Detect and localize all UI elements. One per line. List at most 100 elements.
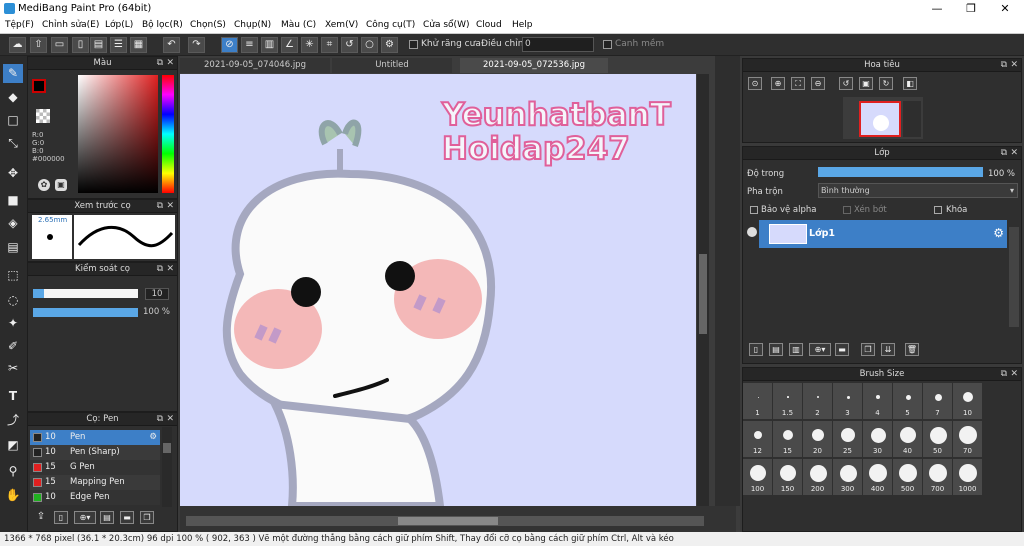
snap-off-icon[interactable]: ⊘	[221, 37, 238, 53]
divide-tool-icon[interactable]: ◩	[3, 436, 23, 455]
flip-icon[interactable]: ◧	[903, 77, 917, 90]
close-icon[interactable]: ✕	[1010, 368, 1018, 381]
brush-item-g-pen[interactable]: 15 G Pen	[30, 460, 160, 475]
color-picker-area[interactable]	[78, 75, 158, 193]
navigator-viewport[interactable]	[859, 101, 901, 137]
gradient-tool-icon[interactable]: ▤	[3, 238, 23, 257]
list-icon[interactable]: ☰	[110, 37, 127, 53]
brush-size-cell[interactable]: 2	[803, 383, 833, 420]
parallel-snap-icon[interactable]: ≡	[241, 37, 258, 53]
menu-capture[interactable]: Chụp(N)	[234, 20, 271, 30]
perspective-snap-icon[interactable]: ⌗	[321, 37, 338, 53]
brush-size-cell[interactable]: 1000	[953, 459, 983, 496]
clip-checkbox[interactable]	[843, 206, 851, 214]
angle-snap-icon[interactable]: ∠	[281, 37, 298, 53]
trash-icon[interactable]: 🗑	[905, 343, 919, 356]
maximize-button[interactable]: ❐	[954, 0, 988, 18]
size-value[interactable]: 10	[145, 288, 169, 300]
select-pen-tool-icon[interactable]: ✐	[3, 337, 23, 356]
radial-snap-icon[interactable]: ✳	[301, 37, 318, 53]
rectangle-tool-icon[interactable]: □	[3, 111, 23, 130]
brush-list-scroll-thumb[interactable]	[163, 443, 171, 453]
float-icon[interactable]: ⧉	[1001, 368, 1007, 381]
brush-size-cell[interactable]: 200	[803, 459, 833, 496]
size-slider-track[interactable]	[33, 289, 138, 298]
chat-icon[interactable]: ▭	[51, 37, 68, 53]
folder-icon[interactable]: ▬	[120, 511, 134, 524]
fill-rect-tool-icon[interactable]: ■	[3, 191, 23, 210]
close-button[interactable]: ✕	[988, 0, 1022, 18]
folder-icon[interactable]: ▬	[835, 343, 849, 356]
brush-size-cell[interactable]: 10	[953, 383, 983, 420]
vertical-scroll-thumb[interactable]	[699, 254, 707, 334]
primary-color-swatch[interactable]	[32, 79, 46, 93]
move-tool-icon[interactable]: ✥	[3, 164, 23, 183]
brush-item-pen-sharp[interactable]: 10 Pen (Sharp)	[30, 445, 160, 460]
menu-window[interactable]: Cửa sổ(W)	[423, 20, 469, 30]
new-icon[interactable]: ▯	[72, 37, 89, 53]
palette-icon[interactable]: ▣	[55, 179, 67, 191]
close-icon[interactable]: ✕	[1010, 147, 1018, 160]
brush-item-pen[interactable]: 10 Pen ⚙	[30, 430, 160, 445]
menu-color[interactable]: Màu (C)	[281, 20, 316, 30]
brush-size-cell[interactable]: 100	[743, 459, 773, 496]
float-icon[interactable]: ⧉	[157, 57, 163, 70]
antialias-checkbox[interactable]	[409, 40, 418, 49]
layer-scrollbar[interactable]	[1009, 227, 1019, 327]
brush-size-cell[interactable]: 7	[923, 383, 953, 420]
layer-opacity-slider[interactable]	[818, 167, 983, 177]
adjust-select[interactable]: 0	[522, 37, 594, 52]
canvas[interactable]: YeunhatbanT Hoidap247	[180, 74, 696, 506]
brush-size-cell[interactable]: 500	[893, 459, 923, 496]
add-layer-dropdown-icon[interactable]: ⊕▾	[809, 343, 831, 356]
vertical-scrollbar[interactable]	[697, 74, 709, 506]
tab-untitled[interactable]: Untitled	[332, 58, 452, 73]
lasso-tool-icon[interactable]: ◌	[3, 291, 23, 310]
menu-filter[interactable]: Bộ lọc(R)	[142, 20, 183, 30]
float-icon[interactable]: ⧉	[157, 263, 163, 276]
layer-row[interactable]: Lớp1 ⚙	[759, 220, 1007, 248]
merge-layer-icon[interactable]: ⇊	[881, 343, 895, 356]
cloud-icon[interactable]: ☁	[9, 37, 26, 53]
duplicate-icon[interactable]: ❐	[140, 511, 154, 524]
menu-help[interactable]: Help	[512, 20, 533, 30]
float-icon[interactable]: ⧉	[1001, 147, 1007, 160]
gear-icon[interactable]: ⚙	[993, 226, 1004, 240]
opacity-slider-track[interactable]	[33, 308, 138, 317]
menu-cloud[interactable]: Cloud	[476, 20, 502, 30]
upload-icon[interactable]: ⇧	[30, 37, 47, 53]
document-icon[interactable]: ▤	[90, 37, 107, 53]
menu-edit[interactable]: Chỉnh sửa(E)	[42, 20, 99, 30]
hand-tool-icon[interactable]: ✋	[3, 486, 23, 505]
snap-checkbox[interactable]	[603, 40, 612, 49]
zoom-out-icon[interactable]: ⊖	[811, 77, 825, 90]
brush-item-edge-pen[interactable]: 10 Edge Pen	[30, 490, 160, 505]
brush-size-cell[interactable]: 50	[923, 421, 953, 458]
menu-file[interactable]: Tệp(F)	[5, 20, 34, 30]
settings-icon[interactable]: ⚙	[381, 37, 398, 53]
brush-size-cell[interactable]: 4	[863, 383, 893, 420]
lock-checkbox[interactable]	[934, 206, 942, 214]
close-icon[interactable]: ✕	[1010, 59, 1018, 72]
menu-layer[interactable]: Lớp(L)	[105, 20, 133, 30]
brush-size-cell[interactable]: 150	[773, 459, 803, 496]
tab-file-1[interactable]: 2021-09-05_074046.jpg	[180, 58, 330, 73]
float-icon[interactable]: ⧉	[1001, 59, 1007, 72]
menu-view[interactable]: Xem(V)	[325, 20, 358, 30]
operation-tool-icon[interactable]: ⤴	[3, 411, 23, 430]
text-tool-icon[interactable]: T	[3, 387, 23, 406]
horizontal-scroll-thumb[interactable]	[398, 517, 498, 525]
brush-size-cell[interactable]: 5	[893, 383, 923, 420]
brush-size-cell[interactable]: 12	[743, 421, 773, 458]
brush-size-cell[interactable]: 20	[803, 421, 833, 458]
brush-size-cell[interactable]: 40	[893, 421, 923, 458]
brush-size-cell[interactable]: 300	[833, 459, 863, 496]
zoom-in-icon[interactable]: ⊕	[771, 77, 785, 90]
brush-list-scrollbar[interactable]	[162, 427, 172, 507]
eyedropper-tool-icon[interactable]: ⚲	[3, 462, 23, 481]
select-tool-icon[interactable]: ⬚	[3, 266, 23, 285]
grid-icon[interactable]: ▦	[130, 37, 147, 53]
menu-select[interactable]: Chọn(S)	[190, 20, 226, 30]
close-icon[interactable]: ✕	[166, 200, 174, 213]
brush-tool-icon[interactable]: ✎	[3, 64, 23, 83]
